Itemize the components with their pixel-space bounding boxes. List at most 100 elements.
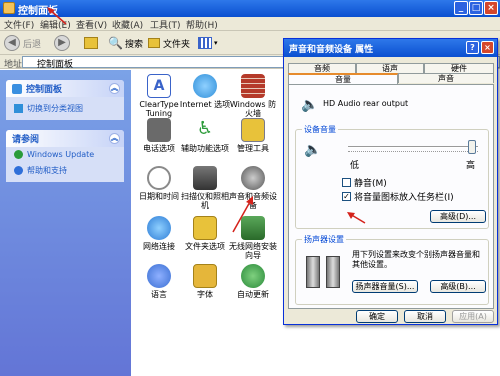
- tab-hardware[interactable]: 硬件: [424, 63, 494, 73]
- help-button[interactable]: ?: [466, 41, 479, 54]
- annotation-arrow-top: [47, 7, 67, 25]
- chevron-down-icon: ▾: [214, 39, 218, 47]
- menu-bar: 文件(F) 编辑(E) 查看(V) 收藏(A) 工具(T) 帮助(H): [0, 17, 500, 31]
- menu-view[interactable]: 查看(V): [76, 18, 107, 31]
- scanner-icon: [193, 166, 217, 190]
- volume-speaker-icon: 🔈: [304, 142, 322, 158]
- cp-item-cleartype[interactable]: A ClearType Tuning: [133, 74, 185, 118]
- cleartype-icon: A: [147, 74, 171, 98]
- forward-button[interactable]: ▶: [54, 34, 73, 52]
- tray-checkbox[interactable]: ✓ 将音量图标放入任务栏(I): [342, 190, 454, 203]
- dialog-title: 声音和音频设备 属性: [289, 45, 374, 55]
- cancel-button[interactable]: 取消: [404, 310, 446, 323]
- cp-item-network[interactable]: 网络连接: [133, 216, 185, 251]
- menu-tools[interactable]: 工具(T): [150, 18, 181, 31]
- sidebar-item-category-view[interactable]: 切换到分类视图: [6, 97, 124, 120]
- panel-header[interactable]: 控制面板 ︽: [6, 80, 124, 97]
- speaker-settings-group: 扬声器设置 用下列设置来改变个别扬声器音量和其他设置。 扬声器音量(S)... …: [295, 234, 489, 305]
- admin-tools-icon: [241, 118, 265, 142]
- control-panel-window: 控制面板 _ □ × 文件(F) 编辑(E) 查看(V) 收藏(A) 工具(T)…: [0, 0, 500, 376]
- switch-view-icon: [14, 104, 23, 113]
- folders-button[interactable]: 文件夹: [148, 34, 190, 52]
- tab-audio[interactable]: 音频: [288, 63, 356, 73]
- slider-thumb[interactable]: [468, 140, 476, 154]
- menu-favorites[interactable]: 收藏(A): [112, 18, 143, 31]
- tab-voice[interactable]: 语声: [356, 63, 424, 73]
- tab-strip: 音频 语声 硬件 音量 声音: [288, 63, 494, 85]
- cp-item-firewall[interactable]: Windows 防火墙: [227, 74, 279, 118]
- cp-item-date-time[interactable]: 日期和时间: [133, 166, 185, 201]
- device-volume-label: 设备音量: [302, 124, 338, 135]
- sound-properties-dialog: 声音和音频设备 属性 ? × 音频 语声 硬件 音量 声音 🔈 HD Audio…: [283, 38, 498, 325]
- tab-sounds[interactable]: 声音: [398, 73, 494, 83]
- minimize-button[interactable]: _: [454, 1, 468, 15]
- help-icon: [14, 166, 23, 175]
- menu-file[interactable]: 文件(F): [4, 18, 34, 31]
- speaker-volume-button[interactable]: 扬声器音量(S)...: [352, 280, 418, 293]
- back-button[interactable]: ◀ 后退: [4, 34, 41, 52]
- cp-item-language[interactable]: 语言: [133, 264, 185, 299]
- network-icon: [147, 216, 171, 240]
- menu-help[interactable]: 帮助(H): [186, 18, 218, 31]
- device-volume-group: 设备音量 🔈 低 高 静音(M) ✓ 将音量图标放入任务栏(I) 高级(D)..…: [295, 124, 489, 229]
- up-folder-icon: [84, 37, 98, 49]
- cp-item-phone[interactable]: 电话选项: [133, 118, 185, 153]
- slider-ticks: [348, 151, 478, 154]
- collapse-icon[interactable]: ︽: [109, 133, 120, 144]
- maximize-button[interactable]: □: [469, 1, 483, 15]
- language-icon: [147, 264, 171, 288]
- date-time-icon: [147, 166, 171, 190]
- speaker-settings-label: 扬声器设置: [302, 234, 346, 245]
- panel-header-see-also[interactable]: 请参阅 ︽: [6, 130, 124, 147]
- speaker-icon: 🔈: [301, 97, 319, 113]
- control-panel-icon: [12, 83, 22, 94]
- volume-tab-page: 🔈 HD Audio rear output 设备音量 🔈 低 高 静音(M) …: [288, 84, 494, 309]
- search-button[interactable]: 🔍 搜索: [108, 34, 143, 52]
- sound-icon: [241, 166, 265, 190]
- annotation-arrow-sound: [232, 196, 253, 233]
- cp-item-admin-tools[interactable]: 管理工具: [227, 118, 279, 153]
- cp-item-scanner[interactable]: 扫描仪和照相机: [179, 166, 231, 210]
- up-folder-button[interactable]: [84, 34, 98, 52]
- advanced-volume-button[interactable]: 高级(D)...: [430, 210, 486, 223]
- slider-track: [348, 146, 478, 148]
- ok-button[interactable]: 确定: [356, 310, 398, 323]
- close-button[interactable]: ×: [484, 1, 498, 15]
- phone-icon: [147, 118, 171, 142]
- sidebar-panel-control: 控制面板 ︽ 切换到分类视图: [6, 80, 124, 120]
- sidebar-item-help[interactable]: 帮助和支持: [6, 162, 124, 182]
- speaker-description: 用下列设置来改变个别扬声器音量和其他设置。: [352, 250, 480, 269]
- address-value: 控制面板: [37, 60, 74, 70]
- views-icon: [198, 37, 212, 49]
- views-button[interactable]: ▾: [198, 34, 218, 52]
- sidebar-panel-see-also: 请参阅 ︽ Windows Update 帮助和支持: [6, 130, 124, 182]
- cp-item-accessibility[interactable]: ♿ 辅助功能选项: [179, 118, 231, 153]
- cp-item-folder-options[interactable]: 文件夹选项: [179, 216, 231, 251]
- sidebar-item-windows-update[interactable]: Windows Update: [6, 147, 124, 162]
- annotation-arrow-tray: [347, 212, 366, 224]
- collapse-icon[interactable]: ︽: [109, 83, 120, 94]
- cp-item-auto-update[interactable]: 自动更新: [227, 264, 279, 299]
- tray-check-box[interactable]: ✓: [342, 192, 351, 201]
- folders-icon: [148, 38, 160, 48]
- dialog-close-button[interactable]: ×: [481, 41, 494, 54]
- title-bar: 控制面板 _ □ ×: [0, 0, 500, 17]
- apply-button[interactable]: 应用(A): [452, 310, 494, 323]
- advanced-speaker-button[interactable]: 高级(B)...: [430, 280, 486, 293]
- mute-check-box[interactable]: [342, 178, 351, 187]
- firewall-icon: [241, 74, 265, 98]
- volume-slider[interactable]: [348, 140, 478, 154]
- back-arrow-icon: ◀: [4, 35, 20, 51]
- dialog-title-bar: 声音和音频设备 属性 ? ×: [284, 39, 497, 57]
- sidebar: 控制面板 ︽ 切换到分类视图 请参阅 ︽ Windows Update 帮助和支…: [0, 70, 131, 376]
- fonts-icon: [193, 264, 217, 288]
- speakers-icon: [304, 252, 344, 292]
- mute-checkbox[interactable]: 静音(M): [342, 176, 387, 189]
- auto-update-icon: [241, 264, 265, 288]
- cp-item-fonts[interactable]: 字体: [179, 264, 231, 299]
- accessibility-icon: ♿: [193, 118, 217, 142]
- cp-item-internet-options[interactable]: Internet 选项: [179, 74, 231, 109]
- folder-options-icon: [193, 216, 217, 240]
- forward-arrow-icon: ▶: [54, 35, 70, 51]
- windows-update-icon: [14, 150, 23, 159]
